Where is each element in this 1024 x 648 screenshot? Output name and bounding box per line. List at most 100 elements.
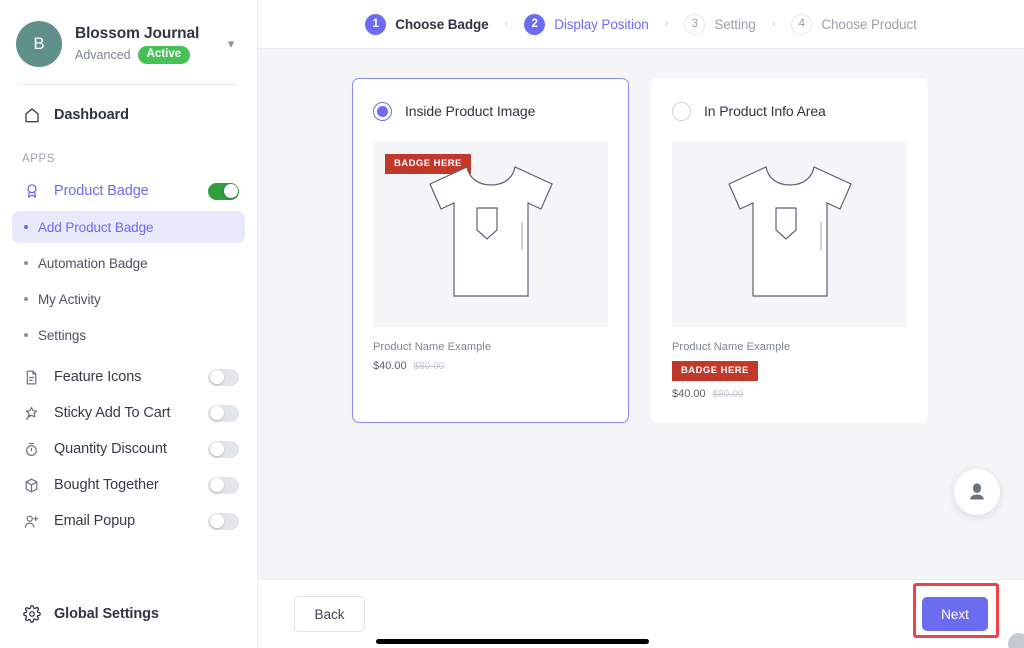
content-area: Inside Product Image BADGE HERE Product … <box>258 49 1024 579</box>
price-row: $40.00 $80.00 <box>672 388 907 400</box>
chevron-down-icon[interactable]: ▾ <box>221 36 241 52</box>
product-price: $40.00 <box>373 360 407 372</box>
wizard-footer: Back Next <box>258 579 1024 648</box>
store-name: Blossom Journal <box>75 25 200 42</box>
option-card-in-product-info-area[interactable]: In Product Info Area Product Name Exampl… <box>651 78 928 423</box>
product-name: Product Name Example <box>373 341 492 353</box>
step-number: 1 <box>365 13 387 35</box>
step-label: Setting <box>714 16 756 32</box>
step-number: 2 <box>524 13 546 35</box>
sidebar-item-label: Product Badge <box>54 183 149 199</box>
plan-label: Advanced <box>75 48 131 62</box>
step-display-position[interactable]: 2 Display Position <box>524 13 649 35</box>
sidebar-item-product-badge[interactable]: Product Badge <box>0 173 257 209</box>
sidebar-item-label: Email Popup <box>54 513 136 529</box>
user-icon <box>970 483 984 500</box>
product-compare-price: $80.00 <box>413 361 445 372</box>
tshirt-illustration-icon <box>428 166 553 297</box>
quantity-discount-toggle[interactable] <box>208 440 239 458</box>
stepper: 1 Choose Badge › 2 Display Position › 3 … <box>365 13 917 35</box>
sidebar-item-feature-icons[interactable]: Feature Icons <box>0 359 257 395</box>
option-title: Inside Product Image <box>405 103 536 119</box>
sidebar-item-dashboard[interactable]: Dashboard <box>0 97 257 133</box>
tshirt-illustration-icon <box>727 166 852 297</box>
store-selector[interactable]: B Blossom Journal Advanced Active ▾ <box>0 0 257 72</box>
sidebar-item-label: Bought Together <box>54 477 159 493</box>
next-button[interactable]: Next <box>922 597 988 631</box>
option-card-inside-product-image[interactable]: Inside Product Image BADGE HERE Product … <box>352 78 629 423</box>
sidebar-subitem-label: My Activity <box>38 291 101 307</box>
step-setting[interactable]: 3 Setting <box>684 13 756 35</box>
product-name: Product Name Example <box>672 341 791 353</box>
product-badge-toggle[interactable] <box>208 182 239 200</box>
gear-icon <box>22 605 41 624</box>
sidebar-item-sticky-add-to-cart[interactable]: Sticky Add To Cart <box>0 395 257 431</box>
next-button-wrap: Next <box>913 583 999 638</box>
sidebar-item-label: Feature Icons <box>54 369 142 385</box>
sidebar-nav: Dashboard APPS Product Badge Add Product… <box>0 85 257 596</box>
step-number: 4 <box>791 13 813 35</box>
feature-icons-toggle[interactable] <box>208 368 239 386</box>
sidebar-footer: Global Settings <box>0 596 257 648</box>
bullet-icon <box>24 333 28 337</box>
sidebar-subitem-label: Add Product Badge <box>38 219 154 235</box>
step-choose-badge[interactable]: 1 Choose Badge <box>365 13 489 35</box>
position-options: Inside Product Image BADGE HERE Product … <box>258 49 1024 423</box>
sidebar-section-apps: APPS <box>22 153 56 165</box>
preview-image-inside: BADGE HERE <box>373 142 608 327</box>
badge-preview: BADGE HERE <box>672 361 758 381</box>
sidebar-item-quantity-discount[interactable]: Quantity Discount <box>0 431 257 467</box>
sidebar-item-label: Sticky Add To Cart <box>54 405 171 421</box>
email-popup-toggle[interactable] <box>208 512 239 530</box>
badge-preview-wrap: BADGE HERE <box>672 360 907 381</box>
bullet-icon <box>24 297 28 301</box>
step-separator-icon: › <box>771 18 776 30</box>
step-number: 3 <box>684 13 706 35</box>
back-button[interactable]: Back <box>294 596 365 632</box>
sidebar-item-global-settings[interactable]: Global Settings <box>0 596 257 632</box>
timer-icon <box>22 440 41 459</box>
document-icon <box>22 368 41 387</box>
user-avatar-fab[interactable] <box>954 469 1000 515</box>
step-label: Choose Product <box>821 16 917 32</box>
product-price: $40.00 <box>672 388 706 400</box>
option-header: In Product Info Area <box>672 99 907 123</box>
sidebar-item-label: Quantity Discount <box>54 441 167 457</box>
product-compare-price: $80.00 <box>712 389 744 400</box>
product-info-inside: Product Name Example $40.00 $80.00 <box>373 341 608 372</box>
user-add-icon <box>22 512 41 531</box>
sidebar-item-settings[interactable]: Settings <box>12 319 245 351</box>
preview-image-info <box>672 142 907 327</box>
step-choose-product[interactable]: 4 Choose Product <box>791 13 917 35</box>
option-header: Inside Product Image <box>373 99 608 123</box>
sidebar-subitem-label: Automation Badge <box>38 255 148 271</box>
radio-in-product-info-area[interactable] <box>672 101 691 121</box>
step-separator-icon: › <box>504 18 509 30</box>
step-separator-icon: › <box>664 18 669 30</box>
option-title: In Product Info Area <box>704 103 826 119</box>
bought-together-toggle[interactable] <box>208 476 239 494</box>
product-badge-submenu: Add Product Badge Automation Badge My Ac… <box>0 209 257 359</box>
sidebar-item-my-activity[interactable]: My Activity <box>12 283 245 315</box>
wizard-header: 1 Choose Badge › 2 Display Position › 3 … <box>258 0 1024 49</box>
sticky-add-to-cart-toggle[interactable] <box>208 404 239 422</box>
sidebar-item-bought-together[interactable]: Bought Together <box>0 467 257 503</box>
app-root: B Blossom Journal Advanced Active ▾ Dash… <box>0 0 1024 648</box>
sidebar-item-label: Global Settings <box>54 606 159 622</box>
sidebar: B Blossom Journal Advanced Active ▾ Dash… <box>0 0 258 648</box>
sidebar-item-automation-badge[interactable]: Automation Badge <box>12 247 245 279</box>
radio-inside-product-image[interactable] <box>373 101 392 121</box>
sidebar-item-add-product-badge[interactable]: Add Product Badge <box>12 211 245 243</box>
avatar: B <box>16 21 62 67</box>
home-icon <box>22 106 41 125</box>
status-badge: Active <box>137 46 191 64</box>
sidebar-item-email-popup[interactable]: Email Popup <box>0 503 257 539</box>
product-info-area: Product Name Example BADGE HERE $40.00 $… <box>672 341 907 400</box>
horizontal-scrollbar[interactable] <box>376 639 649 644</box>
store-meta: Blossom Journal Advanced Active <box>75 24 221 64</box>
bullet-icon <box>24 261 28 265</box>
badge-icon <box>22 182 41 201</box>
price-row: $40.00 $80.00 <box>373 360 608 372</box>
main-area: 1 Choose Badge › 2 Display Position › 3 … <box>258 0 1024 648</box>
sidebar-subitem-label: Settings <box>38 327 86 343</box>
